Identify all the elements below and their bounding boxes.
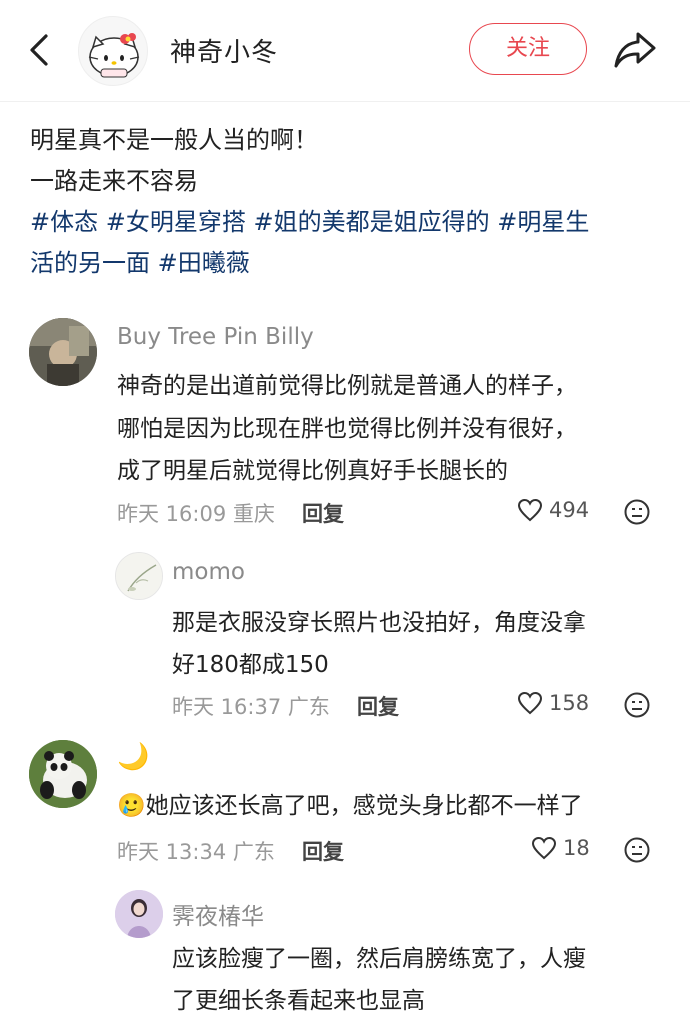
dislike-face-icon[interactable] [623,498,651,526]
like-count: 18 [563,836,590,860]
comment-text-line: 那是衣服没穿长照片也没拍好，角度没拿 [172,610,586,636]
hashtag[interactable]: 活的另一面 [30,249,150,277]
comment-text-line: 成了明星后就觉得比例真好手长腿长的 [117,458,508,484]
comment-item: 🌙 🥲她应该还长高了吧，感觉头身比都不一样了 昨天 13:34 广东 回复 18 [0,736,690,876]
commenter-name[interactable]: Buy Tree Pin Billy [117,324,314,350]
hashtag[interactable]: #体态 [30,208,98,236]
reply-item: 霁夜椿华 应该脸瘦了一圈，然后肩膀练宽了，人瘦 了更细长条看起来也显高 [0,886,690,1021]
comment-meta: 昨天 16:37 广东 [172,695,330,719]
hashtag[interactable]: #姐的美都是姐应得的 [254,208,490,236]
author-name[interactable]: 神奇小冬 [170,32,278,69]
comment-meta: 昨天 13:34 广东 [117,840,275,864]
hashtag[interactable]: #明星生 [497,208,589,236]
commenter-name[interactable]: 霁夜椿华 [172,897,264,931]
top-bar: 神奇小冬 关注 [0,0,690,100]
comment-text-line: 好180都成150 [172,652,329,678]
post-text-line: 明星真不是一般人当的啊！ [30,126,318,154]
commenter-avatar[interactable] [115,890,163,938]
like-count: 158 [549,691,590,715]
post-content: 明星真不是一般人当的啊！ 一路走来不容易 #体态 #女明星穿搭 #姐的美都是姐应… [30,120,660,284]
follow-button[interactable]: 关注 [469,23,587,75]
like-button[interactable]: 158 [517,691,589,715]
lead-emoji: 🥲 [117,793,146,819]
like-button[interactable]: 494 [517,498,589,522]
heart-icon [517,691,543,715]
comment-text-line: 神奇的是出道前觉得比例就是普通人的样子， [117,373,577,399]
header-divider [0,101,690,102]
like-count: 494 [549,498,590,522]
comment-text-line: 哪怕是因为比现在胖也觉得比例并没有很好， [117,416,577,442]
dislike-face-icon[interactable] [623,836,651,864]
commenter-name[interactable]: momo [172,559,245,585]
reply-item: momo 那是衣服没穿长照片也没拍好，角度没拿 好180都成150 昨天 16:… [0,548,690,728]
comment-text-line: 应该脸瘦了一圈，然后肩膀练宽了，人瘦 [172,946,586,972]
post-tags: 活的另一面 #田曦薇 [30,243,660,284]
heart-icon [531,836,557,860]
comment-meta: 昨天 16:09 重庆 [117,502,275,526]
share-icon[interactable] [612,28,658,72]
reply-button[interactable]: 回复 [302,498,344,528]
commenter-avatar[interactable] [29,740,97,808]
author-avatar[interactable] [78,16,148,86]
hashtag[interactable]: #女明星穿搭 [106,208,246,236]
hashtag[interactable]: #田曦薇 [158,249,250,277]
dislike-face-icon[interactable] [623,691,651,719]
like-button[interactable]: 18 [531,836,590,860]
commenter-name[interactable]: 🌙 [117,742,149,772]
heart-icon [517,498,543,522]
comment-text: 她应该还长高了吧，感觉头身比都不一样了 [145,793,583,819]
post-tags: #体态 #女明星穿搭 #姐的美都是姐应得的 #明星生 [30,202,660,243]
post-text-line: 一路走来不容易 [30,167,198,195]
reply-button[interactable]: 回复 [357,691,399,721]
back-arrow-icon[interactable] [22,30,58,70]
comment-text-line: 了更细长条看起来也显高 [172,988,425,1014]
commenter-avatar[interactable] [29,318,97,386]
comment-text-line: 🥲她应该还长高了吧，感觉头身比都不一样了 [117,786,583,820]
commenter-avatar[interactable] [115,552,163,600]
reply-button[interactable]: 回复 [302,836,344,866]
comment-item: Buy Tree Pin Billy 神奇的是出道前觉得比例就是普通人的样子， … [0,310,690,540]
